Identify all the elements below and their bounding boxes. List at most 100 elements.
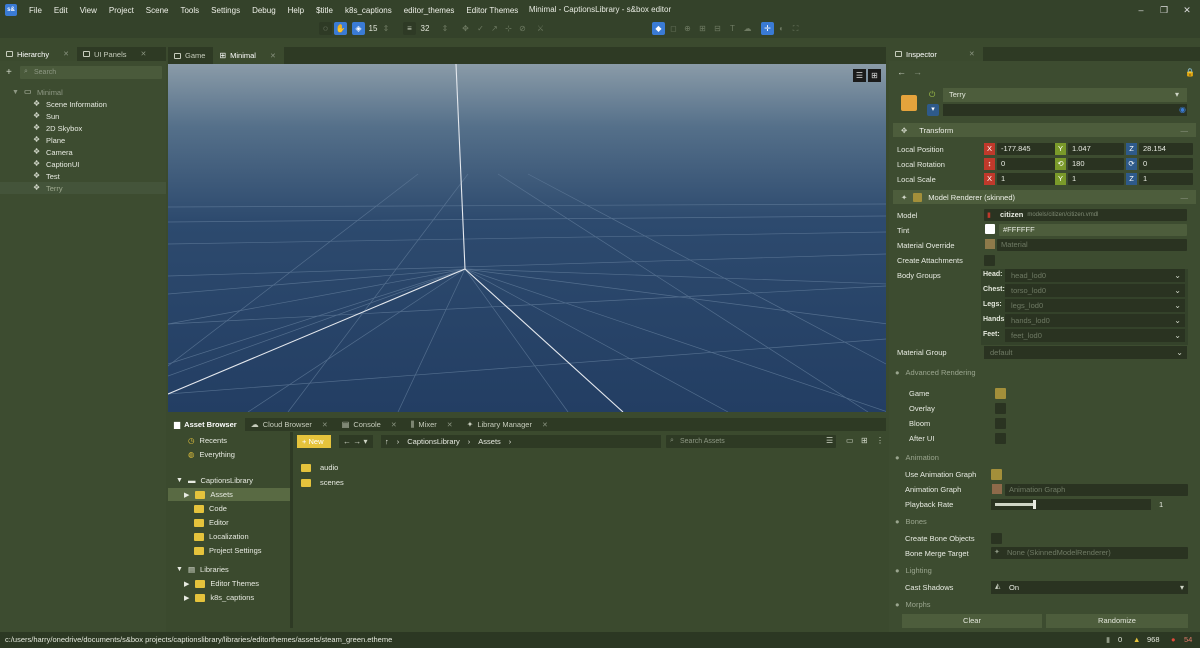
fullscreen-icon[interactable]: ⛶	[789, 22, 802, 35]
size-icon[interactable]: ≡	[403, 22, 416, 35]
close-window-icon[interactable]: ✕	[1180, 4, 1194, 16]
filter-icon[interactable]: ☰	[826, 436, 833, 445]
grid-value[interactable]: 15	[366, 22, 380, 35]
menu-editor-themes-lib[interactable]: editor_themes	[398, 6, 461, 15]
hierarchy-item-test[interactable]: ❖ Test	[0, 170, 166, 182]
grid-snap-icon[interactable]: ◈	[352, 22, 365, 35]
view-layout-icon[interactable]: ⊞	[868, 69, 881, 82]
back-forward-icon[interactable]: ← → ▾	[339, 435, 373, 448]
position-x-field[interactable]: -177.845	[997, 143, 1057, 155]
animation-section[interactable]: ● Animation	[895, 450, 939, 464]
library-k8s-captions[interactable]: ▶ k8s_captions	[168, 591, 290, 604]
decal-mode-icon[interactable]: ⊟	[711, 22, 724, 35]
menu-title[interactable]: $title	[310, 6, 339, 15]
bone-merge-target-field[interactable]: None (SkinnedModelRenderer)	[991, 547, 1188, 559]
close-tab-icon[interactable]: ✕	[270, 52, 276, 60]
transform-header[interactable]: ✥ Transform —	[893, 123, 1196, 137]
render-flag-overlay-checkbox[interactable]	[995, 403, 1006, 414]
menu-project[interactable]: Project	[103, 6, 140, 15]
rotation-y-field[interactable]: 180	[1068, 158, 1124, 170]
rotation-z-field[interactable]: 0	[1139, 158, 1193, 170]
select-tool-icon[interactable]: ◌	[319, 22, 332, 35]
tab-asset-browser[interactable]: ▆ Asset Browser	[168, 418, 245, 431]
scale-y-field[interactable]: 1	[1068, 173, 1124, 185]
clutter-mode-icon[interactable]: ☁	[741, 22, 754, 35]
tint-color-swatch[interactable]	[985, 224, 995, 234]
local-space-icon[interactable]: ⊘	[516, 22, 529, 35]
scene-viewport[interactable]: ☰ ⊞	[168, 64, 886, 412]
ruler-icon[interactable]: ⚔	[534, 22, 547, 35]
create-bone-objects-checkbox[interactable]	[991, 533, 1002, 544]
maximize-icon[interactable]: ❐	[1157, 4, 1171, 16]
component-enabled-checkbox[interactable]	[913, 192, 923, 202]
hierarchy-item-2d-skybox[interactable]: ❖ 2D Skybox	[0, 122, 166, 134]
use-animation-graph-checkbox[interactable]	[991, 469, 1002, 480]
folder-code[interactable]: Code	[168, 502, 290, 515]
menu-view[interactable]: View	[74, 6, 103, 15]
menu-editor-themes[interactable]: Editor Themes	[460, 6, 524, 15]
tab-cloud-browser[interactable]: ☁ Cloud Browser ✕	[245, 418, 336, 431]
cast-shadows-select[interactable]: On ▾	[991, 581, 1188, 594]
body-group-legs-select[interactable]: legs_lod0 ⌄	[1005, 299, 1185, 312]
file-item-audio[interactable]: audio	[293, 461, 886, 474]
bones-section[interactable]: ● Bones	[895, 514, 927, 528]
back-icon[interactable]: ←	[897, 67, 906, 77]
rotation-x-field[interactable]: 0	[997, 158, 1057, 170]
asset-recents[interactable]: ◷ Recents	[168, 434, 290, 447]
body-group-head-select[interactable]: head_lod0 ⌄	[1005, 269, 1185, 282]
size-stepper-icon[interactable]: ⇕	[441, 22, 449, 35]
hierarchy-item-captionui[interactable]: ❖ CaptionUI	[0, 158, 166, 170]
tab-game[interactable]: Game	[168, 47, 213, 64]
menu-settings[interactable]: Settings	[205, 6, 246, 15]
menu-k8s-captions[interactable]: k8s_captions	[339, 6, 398, 15]
more-options-icon[interactable]: ⋮	[876, 436, 884, 445]
asset-libraries[interactable]: ▼ ▤ Libraries	[168, 563, 290, 576]
menu-help[interactable]: Help	[282, 6, 310, 15]
grid-stepper-icon[interactable]: ⇕	[382, 22, 390, 35]
randomize-button[interactable]: Randomize	[1046, 614, 1188, 628]
path-mode-icon[interactable]: T	[726, 22, 739, 35]
info-icon[interactable]: ▮	[1106, 632, 1110, 648]
tag-icon[interactable]: ▾	[927, 104, 939, 116]
render-flag-bloom-checkbox[interactable]	[995, 418, 1006, 429]
new-button[interactable]: + New	[297, 435, 331, 448]
tags-input[interactable]	[943, 104, 1187, 116]
scale-tool-icon[interactable]: ↗	[488, 22, 501, 35]
render-flag-game-checkbox[interactable]	[995, 388, 1006, 399]
folder-localization[interactable]: Localization	[168, 530, 290, 543]
menu-file[interactable]: File	[23, 6, 48, 15]
add-object-icon[interactable]: +	[6, 66, 16, 79]
view-toggle-icon[interactable]: ◐	[775, 22, 788, 35]
material-group-select[interactable]: default ⌄	[984, 346, 1187, 359]
menu-debug[interactable]: Debug	[246, 6, 282, 15]
model-renderer-header[interactable]: ✦ Model Renderer (skinned) —	[893, 190, 1196, 204]
create-attachments-checkbox[interactable]	[984, 255, 995, 266]
tab-hierarchy[interactable]: Hierarchy ✕	[0, 47, 77, 61]
menu-scene[interactable]: Scene	[140, 6, 175, 15]
hierarchy-item-plane[interactable]: ❖ Plane	[0, 134, 166, 146]
hierarchy-item-terry[interactable]: ❖ Terry	[0, 182, 166, 194]
asset-everything[interactable]: ◍ Everything	[168, 448, 290, 461]
tab-inspector[interactable]: Inspector ✕	[889, 47, 983, 61]
clear-button[interactable]: Clear	[902, 614, 1042, 628]
up-icon[interactable]: ↑	[385, 435, 389, 448]
material-override-field[interactable]: Material	[997, 239, 1187, 251]
morphs-section[interactable]: ● Morphs	[895, 597, 931, 611]
hierarchy-search-input[interactable]: Search	[20, 66, 162, 79]
scale-x-field[interactable]: 1	[997, 173, 1057, 185]
hierarchy-item-sun[interactable]: ❖ Sun	[0, 110, 166, 122]
grid-view-icon[interactable]: ⊞	[861, 436, 868, 445]
position-z-field[interactable]: 28.154	[1139, 143, 1193, 155]
forward-icon[interactable]: →	[913, 67, 922, 77]
asset-search-input[interactable]: Search Assets	[666, 435, 836, 448]
file-item-scenes[interactable]: scenes	[293, 476, 886, 489]
hand-tool-icon[interactable]: ✋	[334, 22, 347, 35]
body-group-chest-select[interactable]: torso_lod0 ⌄	[1005, 284, 1185, 297]
mesh-mode-icon[interactable]: ◻	[667, 22, 680, 35]
close-tab-icon[interactable]: ✕	[542, 421, 548, 429]
minimize-icon[interactable]: –	[1134, 4, 1148, 16]
advanced-rendering-section[interactable]: ● Advanced Rendering	[895, 365, 976, 379]
new-folder-icon[interactable]: ▭	[846, 436, 854, 445]
position-y-field[interactable]: 1.047	[1068, 143, 1124, 155]
lighting-section[interactable]: ● Lighting	[895, 563, 932, 577]
